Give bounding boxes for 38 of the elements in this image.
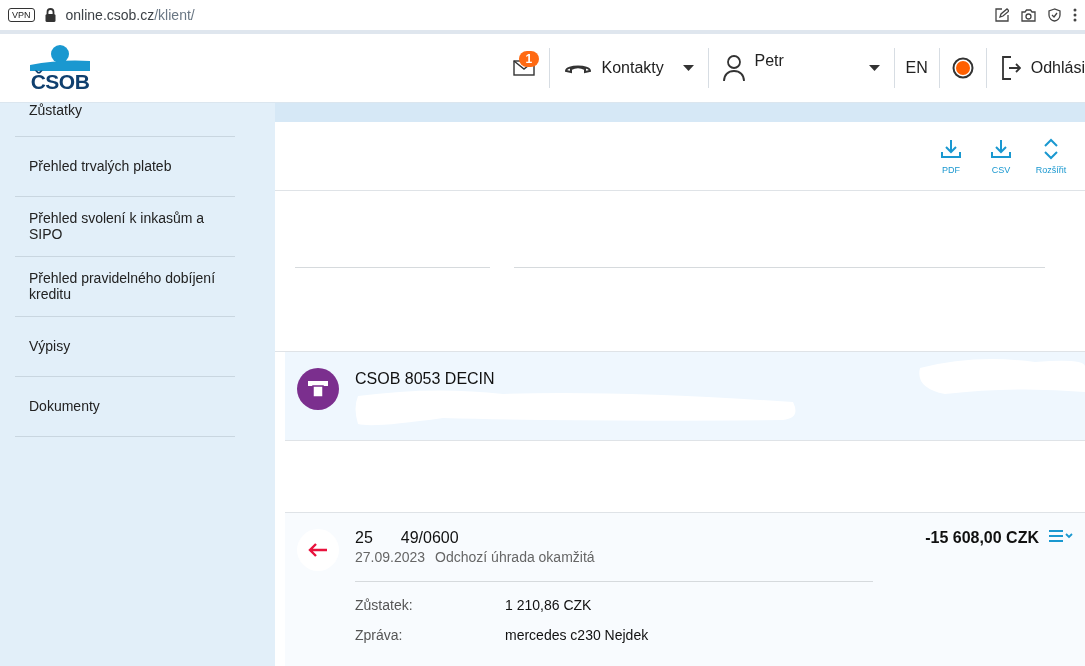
user-icon bbox=[722, 55, 745, 81]
vpn-badge[interactable]: VPN bbox=[8, 8, 35, 22]
user-menu[interactable]: Petr bbox=[708, 34, 894, 102]
bank-logo[interactable]: ČSOB bbox=[30, 44, 90, 92]
sidebar-item[interactable]: Výpisy bbox=[15, 317, 235, 377]
camera-icon[interactable] bbox=[1021, 8, 1036, 22]
account-number: 49/0600 bbox=[400, 529, 459, 547]
sidebar-item[interactable]: Přehled pravidelného dobíjení kreditu bbox=[15, 257, 235, 317]
account-number: 25 bbox=[355, 529, 373, 547]
transaction-type: Odchozí úhrada okamžitá bbox=[435, 549, 595, 565]
download-icon bbox=[990, 138, 1012, 161]
detail-label: Zůstatek: bbox=[355, 597, 414, 613]
transaction-date: 27.09.2023 bbox=[355, 549, 426, 565]
caret-icon bbox=[682, 65, 694, 71]
logout-icon bbox=[1000, 56, 1021, 80]
logout-button[interactable]: Odhlási bbox=[986, 34, 1085, 102]
shield-icon[interactable] bbox=[1048, 8, 1061, 22]
sidebar-item[interactable]: Přehled trvalých plateb bbox=[15, 137, 235, 197]
url-text[interactable]: online.csob.cz/klient/ bbox=[65, 7, 195, 23]
merchant-name: CSOB 8053 DECIN bbox=[355, 370, 495, 388]
caret-icon bbox=[868, 65, 880, 71]
row-menu-button[interactable] bbox=[1049, 529, 1073, 543]
unread-badge: 1 bbox=[518, 51, 540, 67]
transaction-amount: -15 608,00 CZK bbox=[925, 529, 1039, 547]
download-icon bbox=[940, 138, 962, 161]
language-button[interactable]: EN bbox=[894, 34, 939, 102]
atm-icon bbox=[297, 368, 339, 411]
sidebar-item[interactable]: Zůstatky bbox=[15, 103, 235, 137]
edit-icon[interactable] bbox=[995, 8, 1009, 22]
detail-label: Zpráva: bbox=[355, 627, 404, 643]
more-icon[interactable] bbox=[1073, 8, 1077, 22]
lock-icon bbox=[44, 8, 56, 22]
sidebar-item[interactable]: Dokumenty bbox=[15, 377, 235, 437]
detail-value: mercedes c230 Nejdek bbox=[505, 627, 649, 643]
detail-value: 1 210,86 CZK bbox=[505, 597, 592, 613]
sidebar-item[interactable]: Přehled svolení k inkasům a SIPO bbox=[15, 197, 235, 257]
contacts-button[interactable]: Kontakty bbox=[549, 34, 708, 102]
status-dot-icon bbox=[951, 57, 974, 79]
